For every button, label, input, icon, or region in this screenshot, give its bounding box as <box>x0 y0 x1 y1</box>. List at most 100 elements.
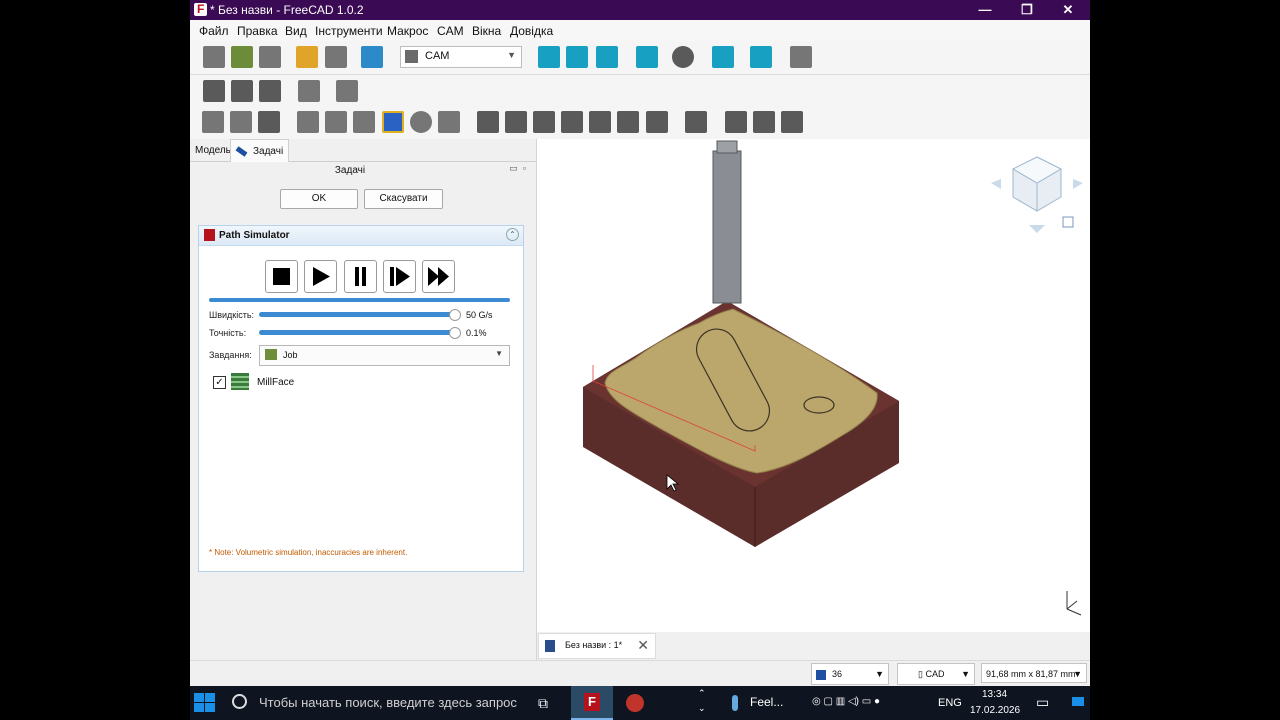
macro-icon[interactable] <box>298 80 320 102</box>
clock-time[interactable]: 13:34 <box>982 689 1007 700</box>
search-icon <box>232 694 247 709</box>
task-view-icon[interactable]: ⧉ <box>536 686 556 720</box>
pocket-icon[interactable] <box>325 111 347 133</box>
weather-widget[interactable]: Feel... <box>726 686 794 720</box>
path-simulator-box: Path Simulator ⌃ Швидкість: 50 G/s Точні… <box>198 225 524 572</box>
minimize-button[interactable]: — <box>965 0 1005 20</box>
adaptive-icon[interactable] <box>561 111 583 133</box>
menu-edit[interactable]: Правка <box>237 24 278 38</box>
menu-macro[interactable]: Макрос <box>387 24 428 38</box>
document-tab[interactable]: Без назви : 1* ✕ <box>538 633 656 659</box>
millface-checkbox[interactable]: ✓ <box>213 376 226 389</box>
face-icon[interactable] <box>353 111 375 133</box>
job-icon[interactable] <box>202 111 224 133</box>
status-bar: 36 ▼ ▯ CAD ▼ 91,68 mm x 81,87 mm ▼ <box>190 660 1090 686</box>
menu-help[interactable]: Довідка <box>510 24 553 38</box>
simulator-header[interactable]: Path Simulator ⌃ <box>199 226 523 246</box>
menu-view[interactable]: Вид <box>285 24 307 38</box>
workbench-selector[interactable]: CAM ▼ <box>400 46 522 68</box>
deburr-icon[interactable] <box>617 111 639 133</box>
toolbar-secondary <box>190 75 1090 109</box>
windows-start-icon[interactable] <box>194 693 216 713</box>
stack-icon[interactable] <box>753 111 775 133</box>
panel-tabs: Модель Задачі <box>190 139 536 162</box>
stop-button[interactable] <box>265 260 298 293</box>
tray-icons[interactable]: ◎ ▢ ▥ ◁) ▭ ● <box>812 696 880 707</box>
dressup-icon[interactable] <box>685 111 707 133</box>
path-icon[interactable] <box>781 111 803 133</box>
fast-forward-button[interactable] <box>422 260 455 293</box>
tab-tasks[interactable]: Задачі <box>230 139 290 162</box>
undo-icon[interactable] <box>296 46 318 68</box>
close-button[interactable]: ✕ <box>1048 0 1088 20</box>
freecad-taskbar-icon[interactable]: F <box>571 686 613 720</box>
fit-selection-icon[interactable] <box>566 46 588 68</box>
chevron-down-icon: ▼ <box>875 669 884 679</box>
accuracy-slider-handle[interactable] <box>449 327 461 339</box>
freecad-logo-icon <box>204 229 215 241</box>
drilling-icon[interactable] <box>410 111 432 133</box>
new-document-icon[interactable] <box>203 46 225 68</box>
array-icon[interactable] <box>725 111 747 133</box>
play-button[interactable] <box>304 260 337 293</box>
step-button[interactable] <box>383 260 416 293</box>
clock-date[interactable]: 17.02.2026 <box>970 705 1020 716</box>
fit-all-icon[interactable] <box>538 46 560 68</box>
open-document-icon[interactable] <box>231 46 253 68</box>
navigation-cube[interactable] <box>991 156 1083 233</box>
menu-tools[interactable]: Інструменти <box>315 24 383 38</box>
slot-icon[interactable] <box>589 111 611 133</box>
draw-style-icon[interactable] <box>672 46 694 68</box>
language-indicator[interactable]: ENG <box>938 697 962 709</box>
part-icon[interactable] <box>203 80 225 102</box>
simulator-icon[interactable] <box>382 111 404 133</box>
scroll-arrows-icon[interactable]: ⌃ ⌄ <box>698 686 710 720</box>
whats-this-icon[interactable] <box>336 80 358 102</box>
simulation-note: * Note: Volumetric simulation, inaccurac… <box>209 548 408 557</box>
vcarve-icon[interactable] <box>646 111 668 133</box>
redo-icon[interactable] <box>325 46 347 68</box>
browser-taskbar-icon[interactable] <box>621 686 651 720</box>
waterline-icon[interactable] <box>505 111 527 133</box>
accuracy-slider[interactable] <box>259 330 455 335</box>
post-process-icon[interactable] <box>230 111 252 133</box>
taskbar-search[interactable]: Чтобы начать поиск, введите здесь запрос <box>226 686 522 720</box>
speed-slider[interactable] <box>259 312 455 317</box>
navigation-style-dropdown[interactable]: ▯ CAD ▼ <box>897 663 975 685</box>
collapse-icon[interactable]: ⌃ <box>506 228 519 241</box>
engrave-icon[interactable] <box>533 111 555 133</box>
measure-icon[interactable] <box>636 46 658 68</box>
helix-icon[interactable] <box>438 111 460 133</box>
search-placeholder: Чтобы начать поиск, введите здесь запрос <box>259 695 517 710</box>
surface-icon[interactable] <box>477 111 499 133</box>
3d-viewport[interactable] <box>537 139 1090 632</box>
save-icon[interactable] <box>259 46 281 68</box>
zoom-icon[interactable] <box>750 46 772 68</box>
ok-button[interactable]: OK <box>280 189 358 209</box>
job-select[interactable]: Job ▼ <box>259 345 510 366</box>
menu-cam[interactable]: CAM <box>437 24 464 38</box>
folder-icon[interactable] <box>231 80 253 102</box>
cancel-button[interactable]: Скасувати <box>364 189 443 209</box>
close-tab-icon[interactable]: ✕ <box>637 637 649 654</box>
menu-windows[interactable]: Вікна <box>472 24 501 38</box>
pause-button[interactable] <box>344 260 377 293</box>
dimensions-dropdown[interactable]: 91,68 mm x 81,87 mm ▼ <box>981 663 1087 683</box>
std-views-icon[interactable] <box>712 46 734 68</box>
counter-dropdown[interactable]: 36 ▼ <box>811 663 889 685</box>
menu-file[interactable]: Файл <box>199 24 229 38</box>
isometric-view-icon[interactable] <box>596 46 618 68</box>
notification-icon[interactable]: ▭ <box>1036 694 1049 711</box>
sanity-icon[interactable] <box>258 111 280 133</box>
profile-icon[interactable] <box>297 111 319 133</box>
toolbar-main: CAM ▼ <box>190 41 1090 75</box>
show-desktop-icon[interactable] <box>1072 697 1084 706</box>
play-icon <box>313 267 330 286</box>
link-icon[interactable] <box>259 80 281 102</box>
clipping-icon[interactable] <box>790 46 812 68</box>
refresh-icon[interactable] <box>361 46 383 68</box>
panel-window-controls[interactable]: ▭ ▫ <box>509 163 526 174</box>
speed-slider-handle[interactable] <box>449 309 461 321</box>
operation-name: MillFace <box>257 377 295 388</box>
maximize-button[interactable]: ❐ <box>1007 0 1047 20</box>
